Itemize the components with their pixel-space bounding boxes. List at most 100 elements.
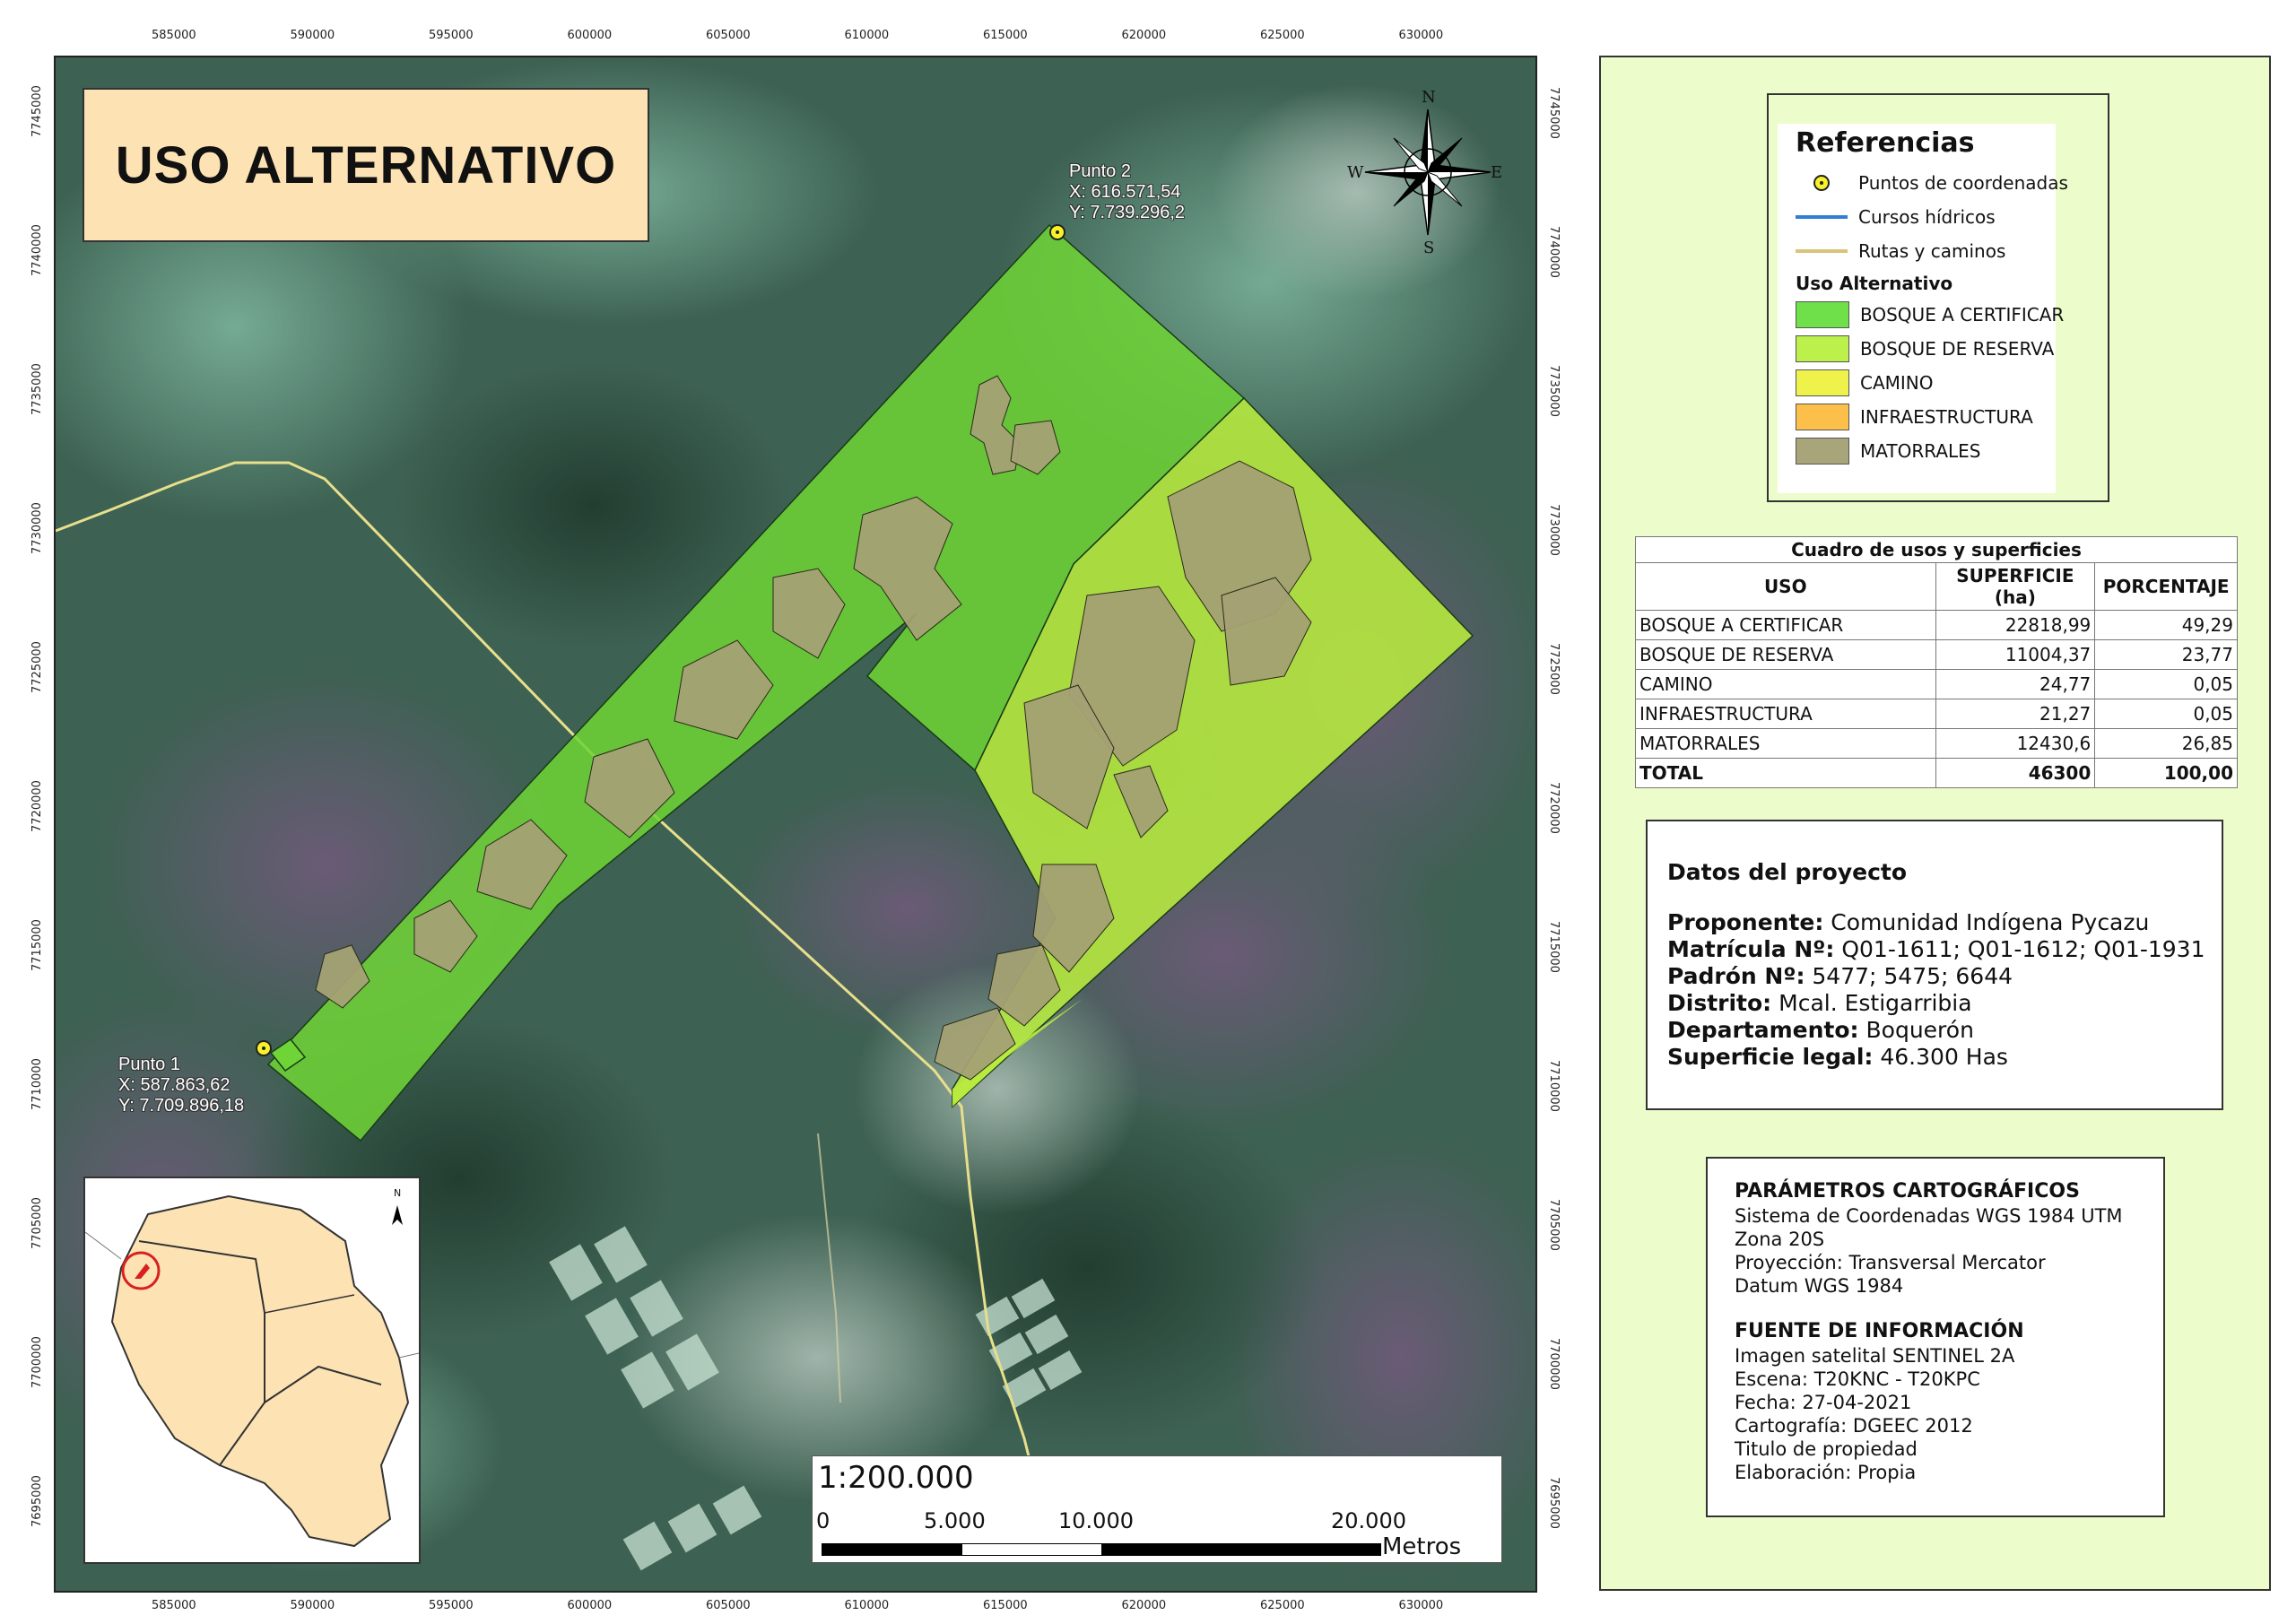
legend-box: Referencias Puntos de coordenadas Cursos… [1767,93,2109,502]
scale-label-10000: 10.000 [1058,1508,1134,1533]
y-tick-label: 7715000 [1547,921,1561,973]
table-total-row: TOTAL 46300 100,00 [1635,758,2238,788]
legend-row-camino: CAMINO [1796,369,1934,396]
params-title-1: PARÁMETROS CARTOGRÁFICOS [1735,1180,2080,1203]
paraguay-shape [110,1194,410,1548]
y-tick-label: 7695000 [30,1475,44,1527]
datos-proponente: Proponente: Comunidad Indígena Pycazu [1667,909,2150,935]
x-tick-label: 620000 [1121,1599,1167,1612]
y-tick-label: 7700000 [30,1336,44,1388]
scale-label-0: 0 [816,1508,831,1533]
y-tick-label: 7735000 [30,363,44,415]
legend-row-rivers: Cursos hídricos [1796,206,1996,228]
params-line: Imagen satelital SENTINEL 2A [1735,1345,2015,1367]
y-tick-label: 7740000 [30,224,44,276]
inset-north-arrow-icon [392,1205,403,1225]
x-tick-label: 630000 [1398,1599,1444,1612]
params-line: Zona 20S [1735,1229,1825,1250]
legend-row-matorrales: MATORRALES [1796,438,1980,465]
datos-distrito: Distrito: Mcal. Estigarribia [1667,990,1972,1016]
y-tick-label: 7745000 [1547,87,1561,139]
params-line: Titulo de propiedad [1735,1438,1918,1460]
map-title-box: USO ALTERNATIVO [83,88,649,242]
params-line: Cartografía: DGEEC 2012 [1735,1415,1973,1437]
params-title-2: FUENTE DE INFORMACIÓN [1735,1320,2024,1342]
table-row: BOSQUE DE RESERVA 11004,37 23,77 [1635,639,2238,670]
scale-bar [822,1543,1381,1556]
y-tick-label: 7705000 [1547,1199,1561,1251]
y-tick-label: 7725000 [30,641,44,693]
legend-row-bosque-reserva: BOSQUE DE RESERVA [1796,335,2054,362]
x-tick-label: 595000 [429,1599,474,1612]
x-tick-label: 600000 [567,1599,613,1612]
params-line: Sistema de Coordenadas WGS 1984 UTM [1735,1205,2123,1227]
datos-proyecto-box: Datos del proyecto Proponente: Comunidad… [1646,820,2223,1110]
punto-1-label: Punto 1 X: 587.863,62 Y: 7.709.896,18 [118,1055,245,1116]
x-tick-label: 610000 [844,29,890,42]
x-tick-label: 620000 [1121,29,1167,42]
datos-superficie: Superficie legal: 46.300 Has [1667,1044,2008,1070]
scale-bar-box: 1:200.000 0 5.000 10.000 20.000 Metros [812,1455,1502,1563]
legend-row-infraestructura: INFRAESTRUCTURA [1796,404,2033,430]
table-row: BOSQUE A CERTIFICAR 22818,99 49,29 [1635,610,2238,640]
punto-2-label: Punto 2 X: 616.571,54 Y: 7.739.296,2 [1069,161,1186,222]
table-row: MATORRALES 12430,6 26,85 [1635,728,2238,759]
compass-s-label: S [1423,239,1435,257]
legend-row-bosque-certificar: BOSQUE A CERTIFICAR [1796,301,2064,328]
x-tick-label: 625000 [1260,1599,1305,1612]
x-tick-label: 585000 [152,29,196,42]
map-title: USO ALTERNATIVO [115,135,617,195]
compass-n-label: N [1422,88,1436,107]
y-tick-label: 7705000 [30,1197,44,1249]
table-header-row: USO SUPERFICIE (ha) PORCENTAJE [1635,562,2238,611]
params-line: Proyección: Transversal Mercator [1735,1252,2046,1273]
y-tick-label: 7720000 [1547,782,1561,834]
y-tick-label: 7735000 [1547,365,1561,417]
parametros-box: PARÁMETROS CARTOGRÁFICOS Sistema de Coor… [1706,1157,2165,1517]
x-tick-label: 590000 [290,29,335,42]
y-tick-label: 7710000 [1547,1060,1561,1112]
legend-title: Referencias [1796,127,1975,159]
table-row: INFRAESTRUCTURA 21,27 0,05 [1635,699,2238,729]
usos-superficies-table: Cuadro de usos y superficies USO SUPERFI… [1635,536,2238,788]
legend-subtitle: Uso Alternativo [1796,273,1953,294]
legend-row-roads: Rutas y caminos [1796,240,2006,262]
datos-padron: Padrón Nº: 5477; 5475; 6644 [1667,963,2013,989]
y-tick-label: 7695000 [1547,1477,1561,1529]
x-tick-label: 595000 [429,29,474,42]
y-tick-label: 7740000 [1547,226,1561,278]
compass-w-label: W [1347,163,1364,182]
x-tick-label: 585000 [152,1599,196,1612]
params-line: Elaboración: Propia [1735,1462,1917,1483]
y-tick-label: 7710000 [30,1058,44,1110]
x-tick-label: 590000 [290,1599,335,1612]
compass-e-label: E [1491,163,1503,182]
table-row: CAMINO 24,77 0,05 [1635,669,2238,699]
y-tick-label: 7730000 [30,502,44,554]
x-tick-label: 625000 [1260,29,1305,42]
table-caption: Cuadro de usos y superficies [1635,536,2238,562]
scale-ratio: 1:200.000 [818,1460,974,1496]
y-tick-label: 7720000 [30,780,44,832]
datos-matricula: Matrícula Nº: Q01-1611; Q01-1612; Q01-19… [1667,936,2205,962]
scale-label-20000: 20.000 [1331,1508,1406,1533]
datos-title: Datos del proyecto [1667,859,1908,885]
legend-row-points: Puntos de coordenadas [1796,170,2068,195]
x-tick-label: 615000 [983,1599,1028,1612]
y-tick-label: 7725000 [1547,643,1561,695]
datos-departamento: Departamento: Boquerón [1667,1017,1974,1043]
scale-label-5000: 5.000 [924,1508,986,1533]
params-line: Datum WGS 1984 [1735,1275,1904,1297]
x-tick-label: 605000 [706,1599,751,1612]
inset-locator-map: N [83,1177,421,1564]
y-tick-label: 7715000 [30,919,44,971]
x-tick-label: 600000 [567,29,613,42]
y-tick-label: 7700000 [1547,1338,1561,1390]
x-tick-label: 610000 [844,1599,890,1612]
x-tick-label: 615000 [983,29,1028,42]
y-tick-label: 7745000 [30,85,44,137]
y-tick-label: 7730000 [1547,504,1561,556]
inset-north-label: N [394,1187,402,1199]
params-line: Escena: T20KNC - T20KPC [1735,1368,1980,1390]
x-tick-label: 605000 [706,29,751,42]
